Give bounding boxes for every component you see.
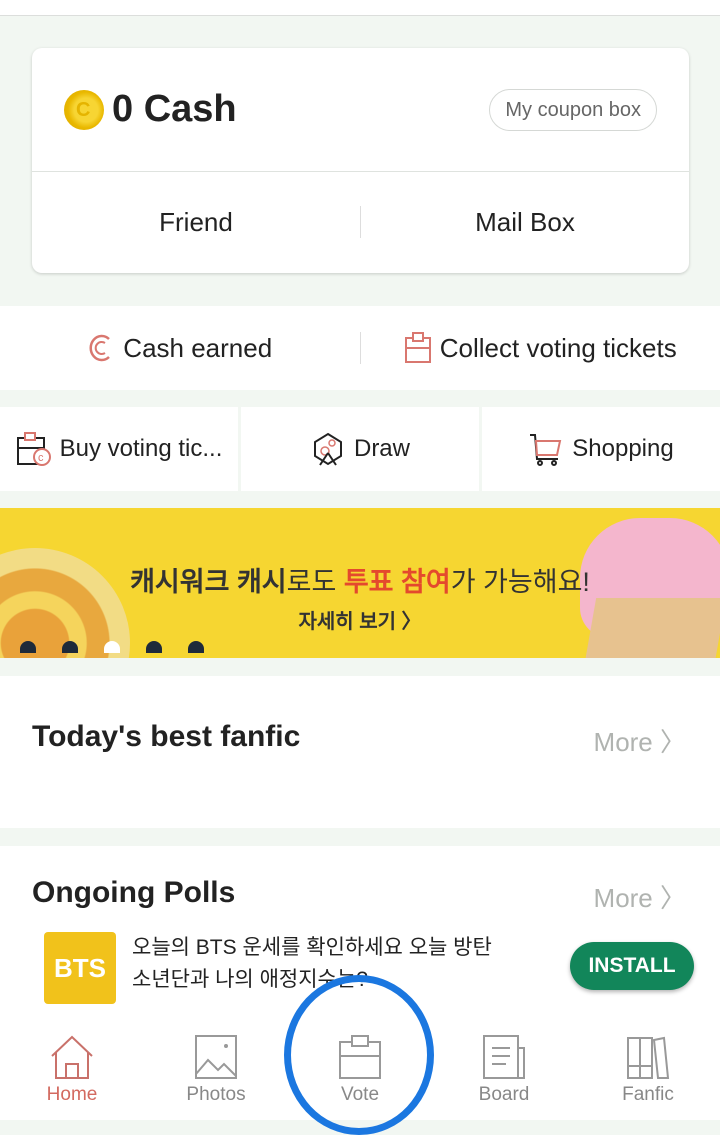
home-icon xyxy=(48,1034,96,1080)
banner-details-link[interactable]: 자세히 보기 〉 xyxy=(0,605,720,634)
cash-icon xyxy=(87,333,115,363)
cash-card: 0 Cash My coupon box Friend Mail Box xyxy=(32,48,689,273)
buy-ticket-icon: c xyxy=(16,431,52,467)
nav-label: Photos xyxy=(186,1084,245,1106)
install-button[interactable]: INSTALL xyxy=(570,942,694,990)
nav-label: Vote xyxy=(341,1084,379,1106)
carousel-dot-active[interactable] xyxy=(104,641,120,653)
nav-photos[interactable]: Photos xyxy=(144,1026,288,1120)
buy-tickets-label: Buy voting tic... xyxy=(60,435,223,463)
cart-icon xyxy=(528,431,564,467)
carousel-indicator xyxy=(20,641,204,653)
shopping-tile[interactable]: Shopping xyxy=(482,407,720,491)
section-title: Today's best fanfic xyxy=(32,720,300,754)
ad-app-icon: BTS xyxy=(44,932,116,1004)
nav-label: Board xyxy=(479,1084,530,1106)
cash-earned-button[interactable]: Cash earned xyxy=(0,333,360,364)
nav-label: Fanfic xyxy=(622,1084,674,1106)
svg-text:c: c xyxy=(38,452,44,464)
best-fanfic-section: Today's best fanfic More 〉 xyxy=(0,676,720,828)
top-bar xyxy=(0,0,720,16)
ad-text: 오늘의 BTS 운세를 확인하세요 오늘 방탄소년단과 나의 애정지수는? xyxy=(132,932,502,996)
draw-icon xyxy=(310,431,346,467)
ongoing-polls-section: Ongoing Polls More 〉 BTS 오늘의 BTS 운세를 확인하… xyxy=(0,846,720,1026)
buy-tickets-tile[interactable]: c Buy voting tic... xyxy=(0,407,238,491)
vote-icon xyxy=(336,1034,384,1080)
carousel-dot[interactable] xyxy=(188,641,204,653)
friend-link[interactable]: Friend xyxy=(32,207,360,238)
shopping-label: Shopping xyxy=(572,435,673,463)
photos-icon xyxy=(192,1034,240,1080)
shortcut-tiles: c Buy voting tic... Draw Shopping xyxy=(0,407,720,491)
nav-board[interactable]: Board xyxy=(432,1026,576,1120)
bottom-nav: Home Photos Vote Board Fanfic xyxy=(0,1026,720,1120)
nav-vote[interactable]: Vote xyxy=(288,1026,432,1120)
polls-more-link[interactable]: More 〉 xyxy=(594,878,686,915)
cash-amount: 0 Cash xyxy=(112,88,237,131)
ticket-icon xyxy=(404,332,432,364)
banner-title: 캐시워크 캐시로도 투표 참여가 가능해요! xyxy=(0,560,720,599)
cash-row: 0 Cash My coupon box xyxy=(32,48,689,172)
section-title: Ongoing Polls xyxy=(32,876,235,910)
fanfic-icon xyxy=(624,1034,672,1080)
mailbox-link[interactable]: Mail Box xyxy=(361,207,689,238)
earn-bar: Cash earned Collect voting tickets xyxy=(0,306,720,390)
nav-label: Home xyxy=(47,1084,98,1106)
collect-tickets-label: Collect voting tickets xyxy=(440,333,677,364)
coin-icon xyxy=(64,90,104,130)
carousel-dot[interactable] xyxy=(20,641,36,653)
carousel-dot[interactable] xyxy=(146,641,162,653)
nav-home[interactable]: Home xyxy=(0,1026,144,1120)
collect-tickets-button[interactable]: Collect voting tickets xyxy=(361,332,720,364)
ad-banner[interactable]: BTS 오늘의 BTS 운세를 확인하세요 오늘 방탄소년단과 나의 애정지수는… xyxy=(44,932,694,1002)
board-icon xyxy=(480,1034,528,1080)
coupon-box-button[interactable]: My coupon box xyxy=(489,89,657,131)
cash-earned-label: Cash earned xyxy=(123,333,272,364)
nav-fanfic[interactable]: Fanfic xyxy=(576,1026,720,1120)
draw-label: Draw xyxy=(354,435,410,463)
promo-banner[interactable]: 캐시워크 캐시로도 투표 참여가 가능해요! 자세히 보기 〉 xyxy=(0,508,720,658)
carousel-dot[interactable] xyxy=(62,641,78,653)
fanfic-more-link[interactable]: More 〉 xyxy=(594,722,686,759)
draw-tile[interactable]: Draw xyxy=(241,407,479,491)
